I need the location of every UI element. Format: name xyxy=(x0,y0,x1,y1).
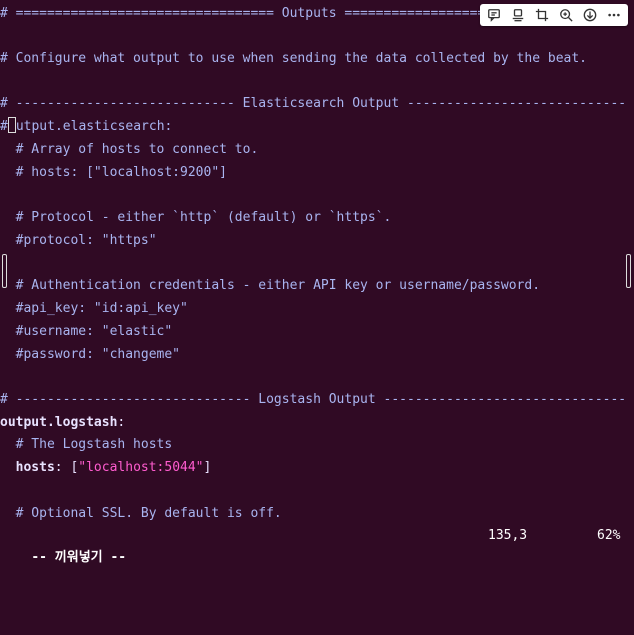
comment-icon[interactable] xyxy=(484,5,504,25)
insert-mode-indicator: -- 끼워넣기 -- xyxy=(31,550,127,565)
hosts-string: "localhost:5044" xyxy=(78,460,204,475)
protocol-value-comment: #protocol: "https" xyxy=(0,233,157,248)
output-elasticsearch-line: #output.elasticsearch: xyxy=(0,116,172,138)
screenshot-icon[interactable] xyxy=(508,5,528,25)
text-cursor: o xyxy=(7,117,16,133)
hosts-separator: : [ xyxy=(54,460,79,475)
configure-comment: # Configure what output to use when send… xyxy=(0,51,587,66)
scroll-percent: 62% xyxy=(597,528,621,543)
elasticsearch-header-comment: # ---------------------------- Elasticse… xyxy=(0,96,627,111)
crop-icon[interactable] xyxy=(532,5,552,25)
api-key-comment: #api_key: "id:api_key" xyxy=(0,301,188,316)
vim-status-bar: -- 끼워넣기 -- 135,3 62% xyxy=(0,525,634,565)
hosts-comment: # Array of hosts to connect to. xyxy=(0,142,259,157)
hosts-value-comment: # hosts: ["localhost:9200"] xyxy=(0,165,227,180)
right-resize-handle[interactable] xyxy=(626,254,631,288)
hash-prefix: # xyxy=(0,119,8,134)
left-resize-handle[interactable] xyxy=(2,254,7,288)
logstash-hosts-comment: # The Logstash hosts xyxy=(0,437,173,452)
output-logstash-key: output.logstash xyxy=(0,415,118,430)
cursor-position: 135,3 xyxy=(488,528,528,543)
password-comment: #password: "changeme" xyxy=(0,347,181,362)
logstash-header-comment: # ------------------------------ Logstas… xyxy=(0,392,627,407)
download-icon[interactable] xyxy=(580,5,600,25)
username-comment: #username: "elastic" xyxy=(0,324,173,339)
hosts-bracket-end: ] xyxy=(203,460,212,475)
more-icon[interactable] xyxy=(604,5,624,25)
output-elasticsearch-text: utput.elasticsearch: xyxy=(15,119,173,134)
colon: : xyxy=(117,415,126,430)
hosts-setting-line: hosts: ["localhost:5044"] xyxy=(0,457,212,479)
output-logstash-line: output.logstash: xyxy=(0,412,125,434)
auth-comment: # Authentication credentials - either AP… xyxy=(0,278,541,293)
screenshot-toolbar xyxy=(480,4,628,26)
terminal-window[interactable]: # ================================= Outp… xyxy=(0,0,634,565)
hosts-key: hosts xyxy=(15,460,55,475)
zoom-in-icon[interactable] xyxy=(556,5,576,25)
ssl-comment: # Optional SSL. By default is off. xyxy=(0,506,282,521)
protocol-comment: # Protocol - either `http` (default) or … xyxy=(0,210,392,225)
